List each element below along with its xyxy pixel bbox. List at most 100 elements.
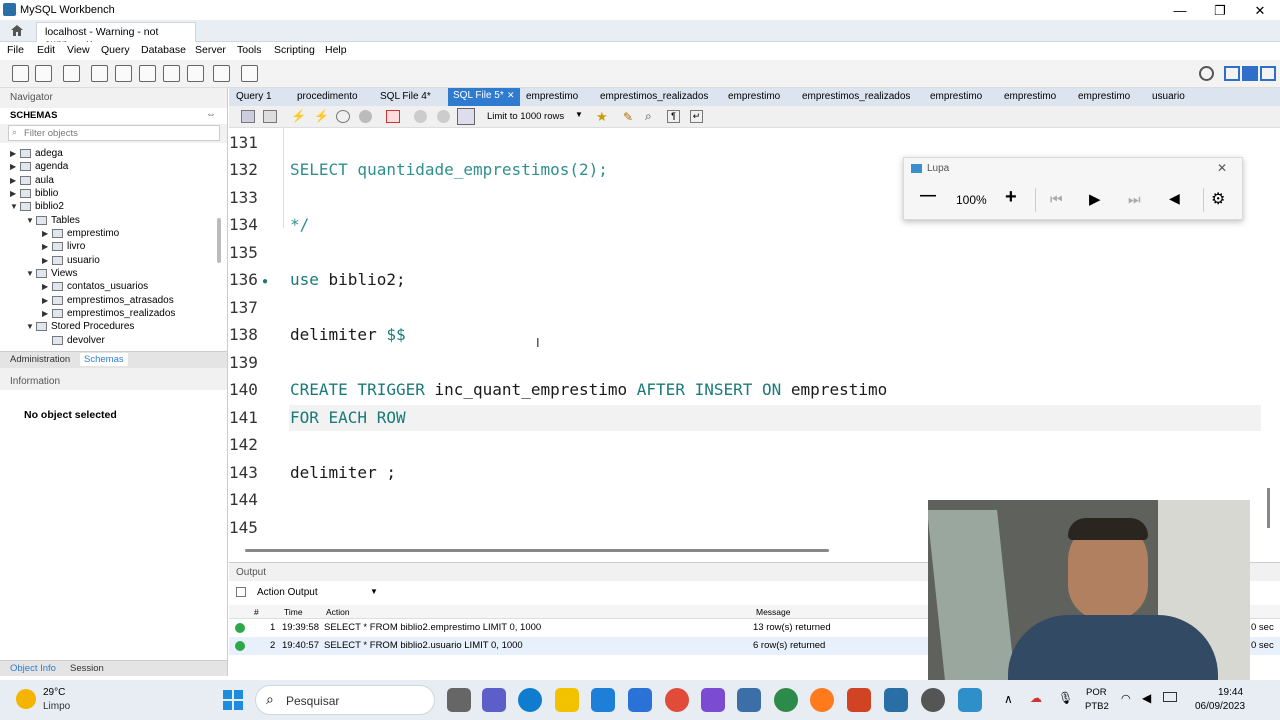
tab-object-info[interactable]: Object Info [10,663,56,674]
remote-desktop-icon[interactable] [958,688,982,712]
beautify-icon[interactable]: ✎ [623,110,633,124]
menu-database[interactable]: Database [141,44,186,56]
scrollbar[interactable] [217,218,221,263]
next-icon[interactable]: ⏭ [1128,191,1141,208]
calculator-icon[interactable] [737,688,761,712]
menu-query[interactable]: Query [101,44,130,56]
clock-time[interactable]: 19:44 [1218,687,1243,698]
tree-item-schema[interactable]: ▼ biblio2 [10,201,64,212]
tree-item-table[interactable]: ▶ livro [42,241,85,252]
tab-query[interactable]: emprestimos_realizados [802,89,910,105]
tree-item-procedures[interactable]: ▼ Stored Procedures [26,321,134,332]
layout-toggle-icon[interactable] [1260,66,1276,81]
new-connection-icon[interactable] [12,65,29,82]
mysql-workbench-icon[interactable] [884,688,908,712]
collapse-icon[interactable]: ▼ [26,322,36,331]
open-file-icon[interactable] [241,110,255,123]
vertical-scrollbar[interactable] [1267,488,1270,528]
execute-icon[interactable]: ⚡ [291,110,306,123]
weather-desc[interactable]: Limpo [43,701,70,712]
clock-date[interactable]: 06/09/2023 [1195,701,1245,712]
create-view-icon[interactable] [139,65,156,82]
home-icon[interactable] [10,24,24,37]
toggle-error-icon[interactable] [386,110,400,123]
tab-query[interactable]: emprestimo [526,89,578,105]
menu-scripting[interactable]: Scripting [274,44,315,56]
layout-toggle-icon[interactable] [1224,66,1240,81]
previous-icon[interactable]: ⏮ [1050,191,1063,208]
settings-gear-icon[interactable]: ⚙ [1211,189,1225,209]
menu-help[interactable]: Help [325,44,347,56]
firefox-icon[interactable] [810,688,834,712]
tab-query[interactable]: emprestimo [1078,89,1130,105]
tree-item-view[interactable]: ▶ emprestimos_atrasados [42,295,174,306]
task-view-icon[interactable] [447,688,471,712]
commit-icon[interactable] [414,110,427,123]
menu-view[interactable]: View [67,44,90,56]
network-icon[interactable]: ☁ [1030,691,1042,705]
close-button[interactable]: ✕ [1240,0,1280,22]
tab-schemas[interactable]: Schemas [80,353,128,366]
expand-icon[interactable]: ▶ [42,229,52,238]
expand-icon[interactable]: ▶ [10,189,20,198]
add-favorite-icon[interactable]: ★ [596,109,608,125]
tree-item-view[interactable]: ▶ emprestimos_realizados [42,308,175,319]
tab-query[interactable]: emprestimo [1004,89,1056,105]
menu-server[interactable]: Server [195,44,226,56]
tree-item-table[interactable]: ▶ usuario [42,255,100,266]
maximize-button[interactable]: ❐ [1200,0,1240,22]
windows-start-icon[interactable] [222,689,244,711]
limit-select[interactable]: Limit to 1000 rows ▼ [483,109,587,125]
invisible-chars-icon[interactable]: ¶ [667,110,680,123]
tree-item-schema[interactable]: ▶ adega [10,148,63,159]
read-aloud-icon[interactable]: ◀ [1169,190,1180,207]
file-explorer-icon[interactable] [555,688,579,712]
battery-icon[interactable] [1163,692,1177,702]
reconnect-icon[interactable] [241,65,258,82]
minimize-button[interactable]: — [1160,0,1200,22]
expand-icon[interactable]: ▶ [42,296,52,305]
tree-item-table[interactable]: ▶ emprestimo [42,228,119,239]
weather-temp[interactable]: 29°C [43,687,65,698]
wifi-icon[interactable]: ◠ [1121,692,1131,705]
close-icon[interactable]: ✕ [1217,161,1227,175]
menu-edit[interactable]: Edit [37,44,55,56]
filter-input[interactable]: ⌕ Filter objects [8,125,220,141]
language-indicator[interactable]: POR [1086,687,1107,698]
expand-icon[interactable]: ▶ [10,176,20,185]
tree-item-views[interactable]: ▼ Views [26,268,78,279]
microphone-icon[interactable]: 🎙 [1058,691,1073,705]
horizontal-scrollbar[interactable] [245,549,829,552]
chrome-icon[interactable] [665,688,689,712]
tree-item-schema[interactable]: ▶ biblio [10,188,58,199]
tab-query[interactable]: usuario [1152,89,1185,105]
close-icon[interactable]: ✕ [507,90,515,101]
weather-moon-icon[interactable] [16,689,36,709]
save-icon[interactable] [263,110,277,123]
expand-icon[interactable]: ▶ [10,162,20,171]
tab-query[interactable]: emprestimos_realizados [600,89,708,105]
expand-icon[interactable]: ▶ [10,149,20,158]
tab-query[interactable]: SQL File 4* [380,89,431,105]
chevron-up-icon[interactable]: ∧ [1004,692,1013,706]
tab-query-active[interactable]: SQL File 5* ✕ [448,88,520,106]
copy-icon[interactable] [236,587,246,597]
execute-current-icon[interactable]: ⚡ [314,110,329,123]
create-function-icon[interactable] [187,65,204,82]
taskbar-search[interactable]: ⌕ Pesquisar [255,685,435,715]
tab-query[interactable]: Query 1 [236,89,272,105]
find-icon[interactable]: ⌕ [645,109,652,124]
collapse-icon[interactable]: ▼ [10,202,20,211]
settings-gear-icon[interactable] [1199,66,1214,81]
collapse-icon[interactable]: ▼ [26,269,36,278]
explain-icon[interactable] [336,110,350,123]
tab-query[interactable]: procedimento [297,89,358,105]
connection-tab[interactable]: localhost - Warning - not supp... ✕ [36,22,196,50]
menu-tools[interactable]: Tools [237,44,262,56]
open-sql-icon[interactable] [35,65,52,82]
tab-administration[interactable]: Administration [10,354,70,365]
autocommit-icon[interactable] [457,108,475,125]
action-output-select[interactable]: Action Output ▼ [253,585,380,601]
expand-icon[interactable]: ▶ [42,242,52,251]
stop-icon[interactable] [359,110,372,123]
